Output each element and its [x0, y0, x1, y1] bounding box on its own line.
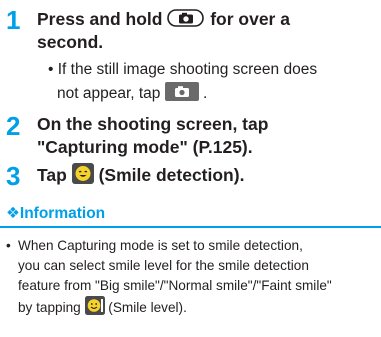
- information-heading: ❖Information: [6, 204, 105, 223]
- note-text: If the still image shooting screen does: [57, 61, 318, 78]
- step-instruction: Press and hold for over a: [37, 8, 377, 30]
- diamond-icon: ❖: [6, 205, 20, 222]
- step-text-after: for over a: [210, 9, 290, 29]
- step-text-before: Press and hold: [37, 9, 163, 29]
- information-text-before: by tapping: [18, 300, 81, 315]
- note-text: not appear, tap: [57, 85, 161, 102]
- camera-key-icon: [167, 9, 205, 27]
- camera-button-icon[interactable]: [164, 82, 199, 101]
- step-instruction-continued: "Capturing mode" (P.125).: [37, 137, 253, 157]
- step-instruction: Tap (Smile detection).: [37, 163, 377, 186]
- information-text-after: (Smile level).: [108, 300, 187, 315]
- information-line: you can select smile level for the smile…: [18, 258, 309, 273]
- step-instruction-continued: second.: [37, 32, 104, 52]
- information-line: When Capturing mode is set to smile dete…: [18, 238, 303, 253]
- note-line: not appear, tap .: [57, 82, 207, 104]
- step-number: 1: [6, 5, 21, 35]
- step-text-before: Tap: [37, 165, 67, 185]
- bullet-dot: •: [48, 61, 54, 78]
- step-number: 2: [6, 111, 21, 141]
- note-line: • If the still image shooting screen doe…: [48, 59, 317, 80]
- step-number: 3: [6, 161, 21, 191]
- step-text-after: (Smile detection).: [98, 165, 245, 185]
- information-line: feature from "Big smile"/"Normal smile"/…: [18, 278, 332, 293]
- information-divider: [0, 226, 381, 228]
- smile-level-icon[interactable]: [84, 296, 105, 315]
- note-period: .: [203, 85, 208, 102]
- information-heading-text: Information: [19, 205, 106, 222]
- smile-detection-icon[interactable]: [71, 163, 94, 184]
- bullet-dot: •: [6, 238, 11, 253]
- information-line: by tapping (Smile level).: [18, 296, 187, 317]
- step-instruction: On the shooting screen, tap: [37, 114, 269, 134]
